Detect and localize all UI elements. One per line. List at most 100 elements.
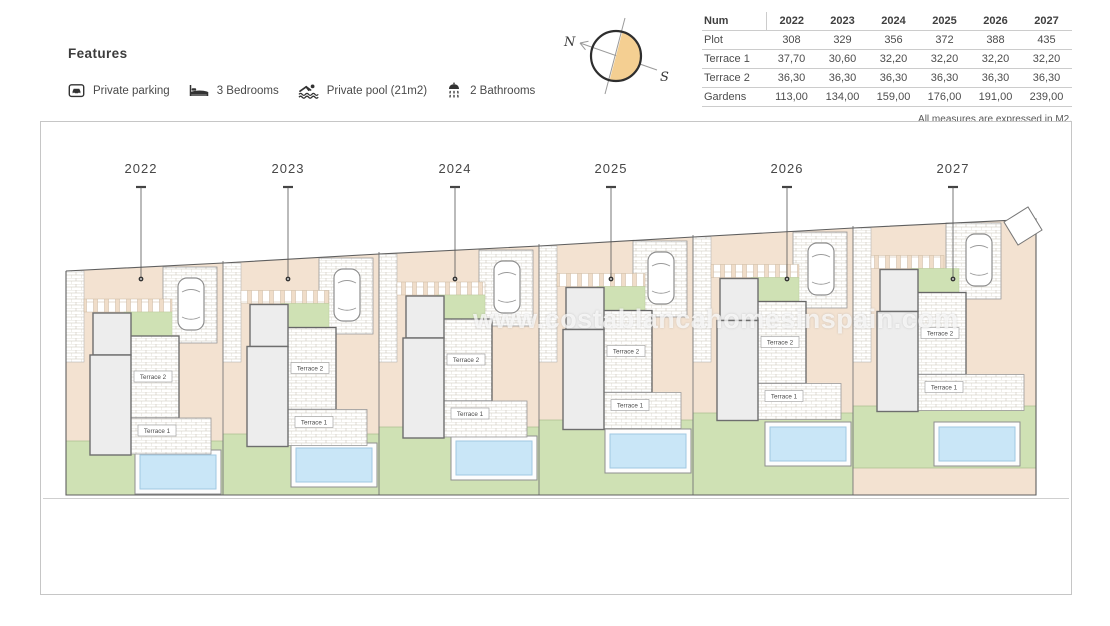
feature-item-parking: Private parking	[68, 82, 170, 99]
walkway	[396, 281, 486, 296]
walkway	[240, 290, 330, 304]
table-cell: 36,30	[1021, 68, 1072, 88]
feature-item-swimmer: Private pool (21m2)	[298, 83, 427, 99]
plot-number-label: 2027	[937, 161, 970, 176]
table-cell: 30,60	[817, 49, 868, 69]
shower-icon	[446, 82, 462, 99]
leader-dot-center	[952, 278, 954, 280]
pool	[938, 426, 1016, 462]
table-cell: 134,00	[817, 87, 868, 107]
table-header-cell: 2026	[970, 12, 1021, 31]
compass: N S	[556, 10, 674, 107]
table-cell: 36,30	[868, 68, 919, 88]
plot-number-label: 2022	[125, 161, 158, 176]
car-icon	[647, 251, 675, 305]
feature-item-bed: 3 Bedrooms	[189, 83, 279, 98]
building	[562, 328, 605, 431]
car-icon	[965, 233, 993, 287]
table-cell: 435	[1021, 30, 1072, 50]
terrace-2-label: Terrace 2	[453, 357, 480, 364]
terrace-2-label: Terrace 2	[767, 340, 794, 347]
feature-label: Private pool (21m2)	[326, 84, 428, 97]
terrace-2-label: Terrace 2	[140, 374, 167, 381]
table-cell: 308	[766, 30, 817, 50]
plot-number-label: 2023	[272, 161, 305, 176]
row-label: Terrace 2	[702, 68, 766, 88]
row-label: Gardens	[702, 87, 766, 107]
terrace-1-label: Terrace 1	[144, 428, 171, 435]
feature-label: 2 Bathrooms	[470, 84, 536, 97]
table-header-cell: 2024	[868, 12, 919, 31]
plot-number-label: 2024	[439, 161, 472, 176]
table-cell: 32,20	[868, 49, 919, 69]
table-row: Terrace 1 37,70 30,60 32,20 32,20 32,20 32,20	[702, 49, 1072, 69]
terrace-2-label: Terrace 2	[297, 366, 324, 373]
plot-2023: Terrace 2 Terrace 1	[222, 254, 380, 496]
table-cell: 113,00	[766, 87, 817, 107]
page: Features Private parking 3 Bedrooms Privat…	[0, 0, 1110, 626]
building	[879, 268, 919, 313]
feature-label: Private parking	[93, 84, 170, 97]
boundary-wall	[538, 245, 558, 363]
pool	[609, 433, 687, 469]
table-header-cell: Num	[702, 12, 767, 31]
parking-icon	[68, 82, 85, 99]
terrace-1-label: Terrace 1	[617, 403, 644, 410]
terrace-1-label: Terrace 1	[301, 420, 328, 427]
walkway	[710, 264, 800, 278]
table-header-cell: 2023	[817, 12, 868, 31]
site-plan-frame: Terrace 2 Terrace 1 Terrace 2 Terrace 1 Terr…	[40, 121, 1072, 595]
plot-number-label: 2026	[771, 161, 804, 176]
table-cell: 329	[817, 30, 868, 50]
feature-label: 3 Bedrooms	[216, 84, 279, 97]
building	[565, 286, 605, 331]
building	[716, 319, 759, 422]
terrace-2-label: Terrace 2	[927, 331, 954, 338]
building	[876, 310, 919, 413]
building	[405, 295, 445, 339]
table-cell: 36,30	[970, 68, 1021, 88]
pool	[769, 426, 847, 462]
building	[249, 303, 289, 348]
table-cell: 32,20	[1021, 49, 1072, 69]
features-legend: Features Private parking 3 Bedrooms Privat…	[68, 46, 535, 99]
boundary-wall	[852, 227, 872, 363]
plot-2024: Terrace 2 Terrace 1	[378, 246, 540, 496]
features-row: Private parking 3 Bedrooms Private pool (2…	[68, 82, 535, 99]
table-cell: 32,20	[970, 49, 1021, 69]
plot-2025: Terrace 2 Terrace 1	[538, 237, 694, 496]
leader-dot-center	[287, 278, 289, 280]
table-cell: 36,30	[817, 68, 868, 88]
plot-callout: 2022	[125, 161, 158, 282]
pool	[139, 454, 217, 490]
table-cell: 239,00	[1021, 87, 1072, 107]
boundary-wall	[692, 236, 712, 363]
compass-north-label: N	[563, 35, 576, 50]
table-cell: 37,70	[766, 49, 817, 69]
table-header-cell: 2022	[766, 12, 817, 31]
table-cell: 356	[868, 30, 919, 50]
pool	[295, 447, 373, 483]
table-cell: 159,00	[868, 87, 919, 107]
building	[92, 312, 132, 356]
boundary-wall	[65, 270, 85, 363]
table-header-row: Num 2022 2023 2024 2025 2026 2027	[702, 12, 1072, 31]
building	[719, 277, 759, 322]
table-row: Terrace 2 36,30 36,30 36,30 36,30 36,30 36,30	[702, 68, 1072, 88]
car-icon	[333, 268, 361, 322]
table-header-cell: 2025	[919, 12, 970, 31]
table-cell: 388	[970, 30, 1021, 50]
building	[246, 345, 289, 448]
bed-icon	[189, 83, 209, 98]
table-cell: 176,00	[919, 87, 970, 107]
leader-dot-center	[786, 278, 788, 280]
feature-item-shower: 2 Bathrooms	[446, 82, 535, 99]
terrace-1-label: Terrace 1	[457, 411, 484, 418]
table-cell: 372	[919, 30, 970, 50]
site-plan-drawing: Terrace 2 Terrace 1 Terrace 2 Terrace 1 Terr…	[43, 161, 1069, 499]
compass-south-label: S	[660, 70, 669, 85]
plot-2022: Terrace 2 Terrace 1	[65, 263, 224, 496]
row-label: Terrace 1	[702, 49, 766, 69]
table-row: Gardens 113,00 134,00 159,00 176,00 191,00 239…	[702, 87, 1072, 107]
car-icon	[177, 277, 205, 331]
